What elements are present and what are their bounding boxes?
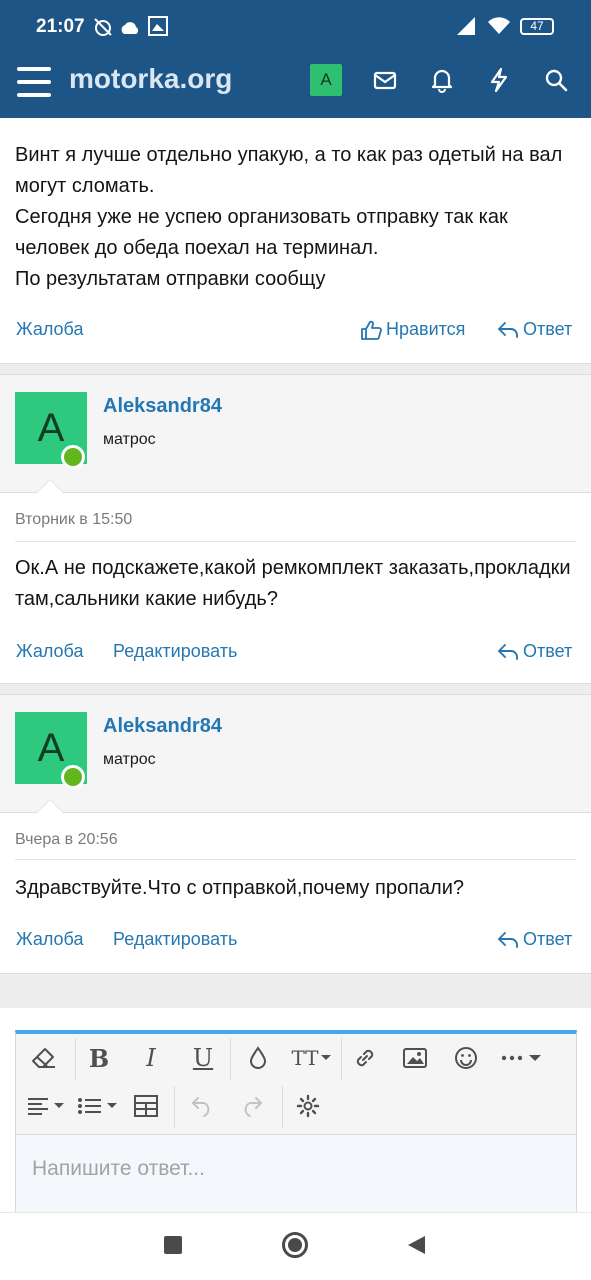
bold-button[interactable]: B — [79, 1038, 119, 1078]
header-pointer — [36, 479, 64, 493]
quick-reply: B I U TT — [0, 1008, 591, 1214]
app-header: motorka.org A — [0, 52, 591, 118]
eraser-icon[interactable] — [24, 1038, 64, 1078]
italic-button[interactable]: I — [131, 1038, 171, 1078]
post-actions: Жалоба Нравится Ответ — [0, 315, 591, 345]
user-title: матрос — [103, 751, 156, 768]
like-button[interactable]: Нравится — [360, 319, 465, 340]
post-date[interactable]: Вчера в 20:56 — [15, 831, 118, 849]
image-icon[interactable] — [395, 1038, 435, 1078]
gallery-notification-icon — [148, 16, 168, 36]
status-bar: 21:07 47 — [0, 0, 591, 52]
alarm-off-icon — [94, 18, 112, 36]
smiley-icon[interactable] — [446, 1038, 486, 1078]
search-icon[interactable] — [542, 66, 570, 94]
post-text-line: Винт я лучше отдельно упакую, а то как р… — [15, 144, 563, 197]
edit-link[interactable]: Редактировать — [113, 929, 237, 950]
post-date[interactable]: Вторник в 15:50 — [15, 511, 132, 529]
reply-label: Ответ — [523, 319, 573, 339]
edit-link[interactable]: Редактировать — [113, 641, 237, 662]
reply-icon — [498, 931, 518, 948]
align-left-icon — [28, 1098, 64, 1115]
post-user-header: A Aleksandr84 матрос — [0, 375, 591, 493]
divider — [15, 859, 576, 860]
thumbs-up-icon — [361, 320, 382, 340]
online-status-icon — [61, 765, 85, 789]
username[interactable]: Aleksandr84 — [103, 395, 222, 418]
settings-icon[interactable] — [288, 1086, 328, 1126]
more-icon — [501, 1055, 541, 1061]
reply-button[interactable]: Ответ — [497, 929, 572, 950]
post-user-header: A Aleksandr84 матрос — [0, 695, 591, 813]
post-actions: Жалоба Редактировать Ответ — [0, 925, 591, 955]
text-size-button[interactable]: TT — [286, 1038, 338, 1078]
post-text-line: Сегодня уже не успею организовать отправ… — [15, 206, 508, 259]
reply-button[interactable]: Ответ — [497, 641, 572, 662]
username[interactable]: Aleksandr84 — [103, 715, 222, 738]
recent-apps-icon[interactable] — [164, 1236, 182, 1254]
battery-icon: 47 — [520, 18, 554, 35]
home-icon[interactable] — [282, 1232, 308, 1258]
account-avatar-button[interactable]: A — [310, 64, 342, 96]
rich-text-editor: B I U TT — [15, 1030, 577, 1214]
system-nav-bar — [0, 1212, 591, 1280]
post-body: Винт я лучше отдельно упакую, а то как р… — [15, 140, 577, 295]
user-title: матрос — [103, 431, 156, 448]
online-status-icon — [61, 445, 85, 469]
report-link[interactable]: Жалоба — [16, 319, 83, 340]
lightning-icon[interactable] — [485, 66, 513, 94]
underline-button[interactable]: U — [183, 1038, 223, 1078]
post: A Aleksandr84 матрос Вчера в 20:56 Здрав… — [0, 694, 591, 974]
menu-button[interactable] — [17, 67, 51, 97]
list-button[interactable] — [76, 1086, 120, 1126]
bell-icon[interactable] — [428, 66, 456, 94]
undo-icon[interactable] — [182, 1086, 222, 1126]
post-body: Ок.А не подскажете,какой ремкомплект зак… — [15, 557, 571, 610]
list-icon — [78, 1098, 117, 1114]
link-icon[interactable] — [345, 1038, 385, 1078]
reply-icon — [498, 321, 518, 338]
post-text-line: По результатам отправки сообщу — [15, 268, 326, 290]
header-pointer — [36, 799, 64, 813]
align-button[interactable] — [24, 1086, 68, 1126]
post: Винт я лучше отдельно упакую, а то как р… — [0, 118, 591, 364]
inbox-icon[interactable] — [371, 66, 399, 94]
status-time: 21:07 — [36, 16, 85, 37]
color-drop-icon[interactable] — [238, 1038, 278, 1078]
report-link[interactable]: Жалоба — [16, 929, 83, 950]
post: A Aleksandr84 матрос Вторник в 15:50 Ок.… — [0, 374, 591, 684]
signal-icon — [457, 17, 475, 35]
site-title[interactable]: motorka.org — [69, 63, 232, 95]
table-icon[interactable] — [126, 1086, 166, 1126]
post-body: Здравствуйте.Что с отправкой,почему проп… — [15, 877, 464, 899]
report-link[interactable]: Жалоба — [16, 641, 83, 662]
reply-label: Ответ — [523, 641, 573, 661]
wifi-icon — [488, 17, 510, 34]
reply-button[interactable]: Ответ — [497, 319, 572, 340]
more-options-button[interactable] — [496, 1038, 546, 1078]
back-icon[interactable] — [405, 1234, 427, 1256]
like-label: Нравится — [386, 319, 466, 339]
reply-input-area — [16, 1134, 576, 1214]
chevron-down-icon — [320, 1055, 331, 1060]
post-actions: Жалоба Редактировать Ответ — [0, 637, 591, 667]
divider — [15, 541, 576, 542]
redo-icon[interactable] — [232, 1086, 272, 1126]
cloud-icon — [121, 22, 139, 34]
reply-label: Ответ — [523, 929, 573, 949]
reply-icon — [498, 643, 518, 660]
reply-input[interactable] — [32, 1153, 552, 1185]
